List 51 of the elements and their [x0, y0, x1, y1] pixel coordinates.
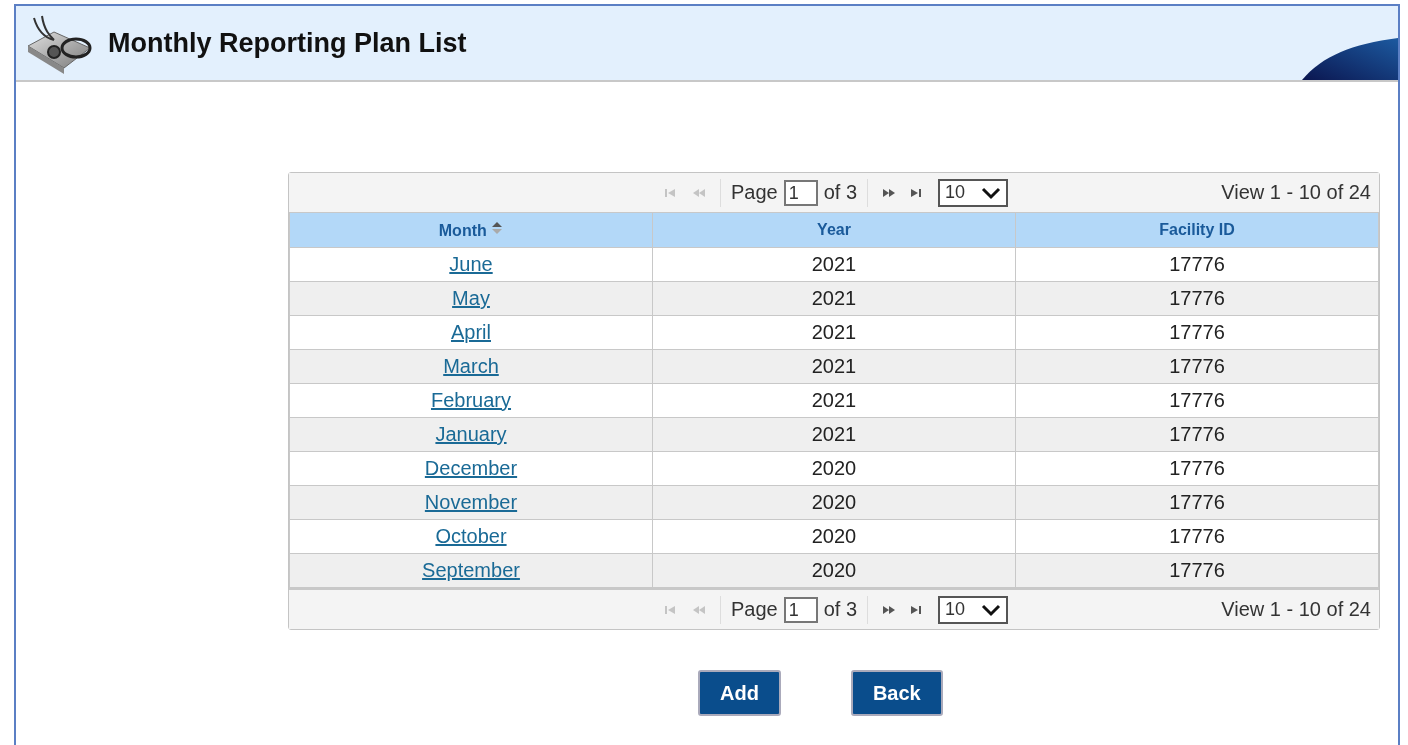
page-count-label: of 3 — [823, 598, 858, 621]
table-cell: 17776 — [1015, 247, 1379, 282]
table-cell: 2020 — [652, 485, 1016, 520]
table-cell: 17776 — [1015, 315, 1379, 350]
month-link[interactable]: April — [451, 321, 491, 343]
table-cell: 17776 — [1015, 383, 1379, 418]
page-size-dropdown[interactable]: 10 — [938, 178, 1009, 207]
month-link[interactable]: October — [435, 525, 507, 547]
sort-icon[interactable] — [491, 220, 504, 236]
table-cell: 2021 — [652, 315, 1016, 350]
page-count-label: of 3 — [823, 181, 858, 204]
table-cell: 17776 — [1015, 553, 1379, 588]
column-header[interactable]: Month — [289, 212, 653, 248]
table-cell: 2020 — [652, 553, 1016, 588]
month-link[interactable]: March — [443, 355, 499, 377]
month-link[interactable]: May — [452, 287, 490, 309]
next-page-icon[interactable] — [882, 603, 897, 616]
page-label: Page — [730, 181, 778, 204]
table-cell: 2021 — [652, 247, 1016, 282]
record-count-label: View 1 - 10 of 24 — [1221, 181, 1371, 204]
table-cell: 2020 — [652, 451, 1016, 486]
table-cell: 17776 — [1015, 417, 1379, 452]
next-page-icon[interactable] — [882, 186, 897, 199]
table-cell: 17776 — [1015, 519, 1379, 554]
page-label: Page — [730, 598, 778, 621]
table-cell: 2021 — [652, 383, 1016, 418]
table-cell: 2021 — [652, 349, 1016, 384]
action-button[interactable]: Back — [850, 670, 943, 716]
page-number-field[interactable]: 1 — [783, 179, 818, 206]
month-link[interactable]: February — [431, 389, 511, 411]
page-number-field[interactable]: 1 — [783, 596, 818, 623]
action-button[interactable]: Add — [698, 670, 781, 716]
column-header[interactable]: Year — [652, 212, 1016, 248]
table-cell: 2021 — [652, 281, 1016, 316]
table-cell: 17776 — [1015, 485, 1379, 520]
table-cell: 17776 — [1015, 451, 1379, 486]
month-link[interactable]: January — [435, 423, 507, 445]
page-size-dropdown[interactable]: 10 — [938, 595, 1009, 624]
table-cell: 2020 — [652, 519, 1016, 554]
month-link[interactable]: June — [449, 253, 493, 275]
month-link[interactable]: November — [424, 491, 518, 513]
table-cell: 2021 — [652, 417, 1016, 452]
table-cell: 17776 — [1015, 281, 1379, 316]
record-count-label: View 1 - 10 of 24 — [1221, 598, 1371, 621]
page-title: Monthly Reporting Plan List — [108, 27, 467, 59]
column-header[interactable]: Facility ID — [1015, 212, 1379, 248]
table-cell: 17776 — [1015, 349, 1379, 384]
caret-icon[interactable] — [980, 185, 1003, 200]
month-link[interactable]: December — [424, 457, 518, 479]
caret-icon[interactable] — [980, 602, 1003, 617]
month-link[interactable]: September — [422, 559, 520, 581]
